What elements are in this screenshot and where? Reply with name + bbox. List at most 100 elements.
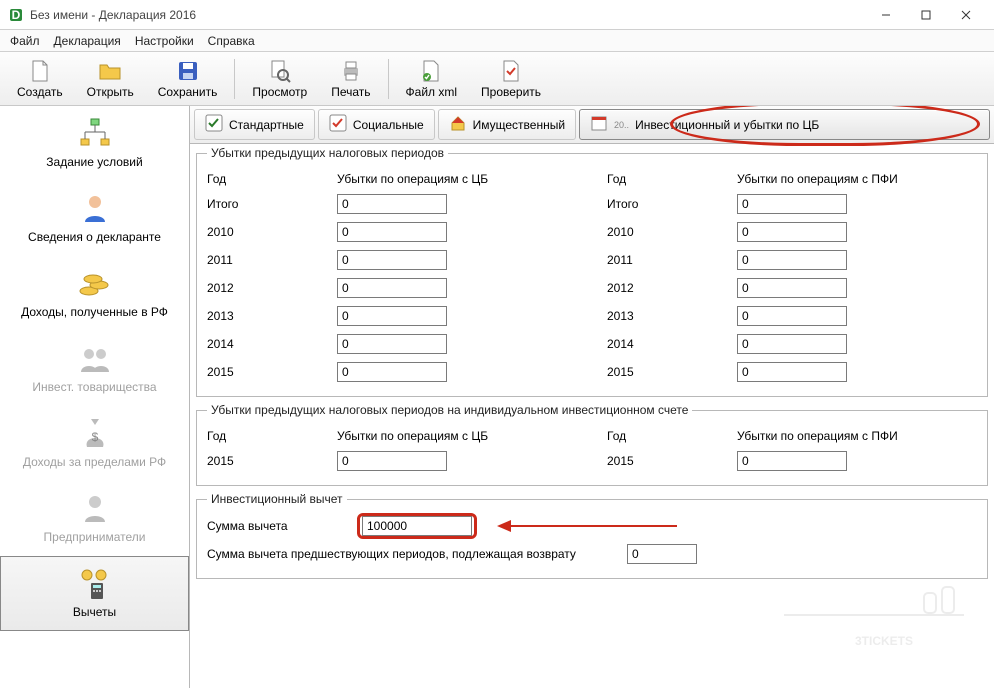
checkbox-icon	[205, 114, 223, 135]
tab-label: Стандартные	[229, 118, 304, 132]
maximize-button[interactable]	[906, 3, 946, 27]
prev-deduction-input[interactable]	[627, 544, 697, 564]
group-deduction: Инвестиционный вычет Сумма вычета Сумма …	[196, 492, 988, 579]
total-pfi-input[interactable]	[737, 194, 847, 214]
money-bag-icon: $	[77, 417, 113, 451]
tab-short: 20..	[614, 120, 629, 130]
group-iis-losses: Убытки предыдущих налоговых периодов на …	[196, 403, 988, 486]
menu-help[interactable]: Справка	[208, 34, 255, 48]
year-label: 2012	[207, 281, 337, 295]
highlight-box	[357, 513, 477, 539]
year-label: 2010	[207, 225, 337, 239]
check-button[interactable]: Проверить	[470, 55, 552, 103]
sidebar-label: Задание условий	[46, 155, 142, 169]
window-title: Без имени - Декларация 2016	[30, 8, 866, 22]
tool-label: Сохранить	[158, 85, 218, 99]
preview-icon	[268, 59, 292, 83]
pfi-2011-input[interactable]	[737, 250, 847, 270]
cb-2015-input[interactable]	[337, 362, 447, 382]
tab-social[interactable]: Социальные	[318, 109, 435, 140]
xml-file-icon	[419, 59, 443, 83]
sidebar-label: Доходы за пределами РФ	[23, 455, 166, 469]
iis-pfi-input[interactable]	[737, 451, 847, 471]
tab-standard[interactable]: Стандартные	[194, 109, 315, 140]
sidebar-item-conditions[interactable]: Задание условий	[0, 106, 189, 181]
row-total-label: Итого	[607, 197, 737, 211]
tab-label: Инвестиционный и убытки по ЦБ	[635, 118, 819, 132]
deduction-input[interactable]	[362, 516, 472, 536]
coins-icon	[77, 267, 113, 301]
open-button[interactable]: Открыть	[76, 55, 145, 103]
sidebar-label: Инвест. товарищества	[32, 380, 156, 394]
menu-file[interactable]: Файл	[10, 34, 40, 48]
tab-property[interactable]: Имущественный	[438, 109, 576, 140]
sidebar-item-declarant[interactable]: Сведения о декларанте	[0, 181, 189, 256]
app-icon: D	[8, 7, 24, 23]
year-label: 2015	[607, 365, 737, 379]
group-legend: Убытки предыдущих налоговых периодов	[207, 146, 448, 160]
folder-open-icon	[98, 59, 122, 83]
printer-icon	[339, 59, 363, 83]
pfi-2014-input[interactable]	[737, 334, 847, 354]
iis-year-label: 2015	[207, 454, 337, 468]
sidebar-label: Сведения о декларанте	[28, 230, 161, 244]
sidebar: Задание условий Сведения о декларанте До…	[0, 106, 190, 688]
menu-settings[interactable]: Настройки	[135, 34, 194, 48]
sidebar-item-income-foreign: $ Доходы за пределами РФ	[0, 406, 189, 481]
cb-2012-input[interactable]	[337, 278, 447, 298]
toolbar: Создать Открыть Сохранить Просмотр Печат…	[0, 52, 994, 106]
header-year: Год	[607, 172, 737, 186]
total-cb-input[interactable]	[337, 194, 447, 214]
tool-label: Файл xml	[406, 85, 458, 99]
year-label: 2014	[607, 337, 737, 351]
group-prior-losses: Убытки предыдущих налоговых периодов Год…	[196, 146, 988, 397]
content-area: Убытки предыдущих налоговых периодов Год…	[190, 144, 994, 688]
svg-text:D: D	[12, 8, 21, 22]
pfi-2013-input[interactable]	[737, 306, 847, 326]
arrow-annotation	[497, 516, 677, 536]
pfi-2010-input[interactable]	[737, 222, 847, 242]
tool-label: Проверить	[481, 85, 541, 99]
cb-2011-input[interactable]	[337, 250, 447, 270]
titlebar: D Без имени - Декларация 2016	[0, 0, 994, 30]
checkbox-red-icon	[329, 114, 347, 135]
menubar: Файл Декларация Настройки Справка	[0, 30, 994, 52]
prev-deduction-label: Сумма вычета предшествующих периодов, по…	[207, 547, 627, 561]
tab-label: Социальные	[353, 118, 424, 132]
cb-2014-input[interactable]	[337, 334, 447, 354]
minimize-button[interactable]	[866, 3, 906, 27]
iis-cb-input[interactable]	[337, 451, 447, 471]
header-pfi: Убытки по операциям с ПФИ	[737, 429, 967, 443]
year-label: 2012	[607, 281, 737, 295]
header-year: Год	[607, 429, 737, 443]
tabbar: Стандартные Социальные Имущественный 20.…	[190, 106, 994, 144]
year-label: 2013	[607, 309, 737, 323]
header-year: Год	[207, 172, 337, 186]
tool-label: Создать	[17, 85, 63, 99]
iis-year-label: 2015	[607, 454, 737, 468]
check-file-icon	[499, 59, 523, 83]
header-cb: Убытки по операциям с ЦБ	[337, 429, 567, 443]
menu-declaration[interactable]: Декларация	[54, 34, 121, 48]
header-year: Год	[207, 429, 337, 443]
cb-2010-input[interactable]	[337, 222, 447, 242]
sidebar-item-income-rf[interactable]: Доходы, полученные в РФ	[0, 256, 189, 331]
print-button[interactable]: Печать	[320, 55, 381, 103]
tool-label: Просмотр	[252, 85, 307, 99]
xml-button[interactable]: Файл xml	[395, 55, 469, 103]
calculator-icon	[77, 567, 113, 601]
save-button[interactable]: Сохранить	[147, 55, 229, 103]
floppy-icon	[176, 59, 200, 83]
tab-investment[interactable]: 20.. Инвестиционный и убытки по ЦБ	[579, 109, 990, 140]
sidebar-item-deductions[interactable]: Вычеты	[0, 556, 189, 631]
pfi-2012-input[interactable]	[737, 278, 847, 298]
year-label: 2013	[207, 309, 337, 323]
create-button[interactable]: Создать	[6, 55, 74, 103]
tab-label: Имущественный	[473, 118, 565, 132]
sidebar-label: Предприниматели	[44, 530, 146, 544]
people-icon	[77, 342, 113, 376]
preview-button[interactable]: Просмотр	[241, 55, 318, 103]
pfi-2015-input[interactable]	[737, 362, 847, 382]
close-button[interactable]	[946, 3, 986, 27]
cb-2013-input[interactable]	[337, 306, 447, 326]
